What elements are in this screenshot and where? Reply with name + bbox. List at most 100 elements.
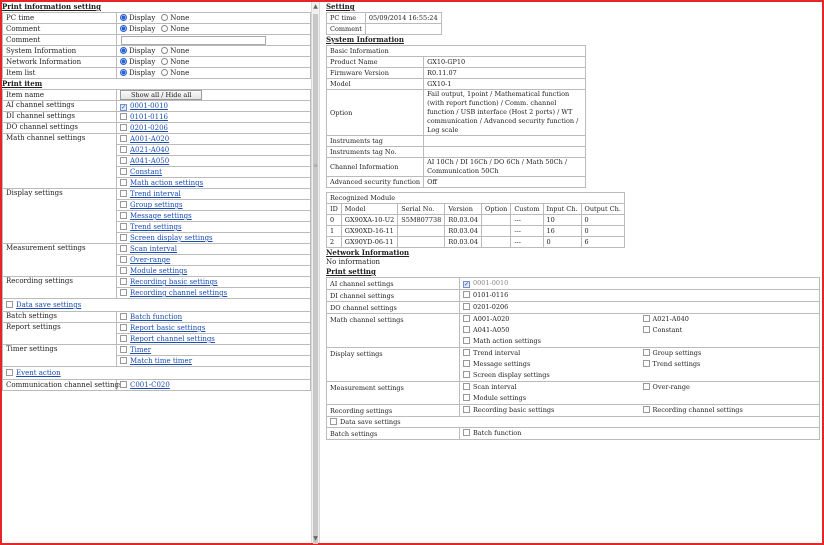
checkbox-icon: [463, 406, 470, 413]
checkbox-icon[interactable]: [120, 190, 127, 197]
display-option[interactable]: Display: [120, 47, 155, 55]
checkbox-icon[interactable]: [120, 135, 127, 142]
item-link[interactable]: 0001-0010: [130, 102, 168, 110]
radio-unselected-icon[interactable]: [161, 25, 169, 32]
radio-selected-icon[interactable]: [120, 69, 127, 76]
item-link[interactable]: Report channel settings: [130, 335, 215, 343]
checkbox-icon: [463, 360, 470, 367]
checkbox-icon[interactable]: [120, 146, 127, 153]
event-action-link[interactable]: Event action: [16, 369, 61, 377]
none-option[interactable]: None: [161, 58, 189, 66]
item-link[interactable]: Scan interval: [130, 245, 177, 253]
item-link[interactable]: Message settings: [130, 212, 192, 220]
checkbox-icon[interactable]: [120, 157, 127, 164]
radio-selected-icon[interactable]: [120, 47, 127, 54]
none-option-label: None: [170, 58, 190, 66]
print-setting-item-label: Group settings: [652, 349, 702, 357]
display-option[interactable]: Display: [120, 69, 155, 77]
checkbox-icon[interactable]: [6, 369, 13, 376]
radio-selected-icon[interactable]: [120, 25, 127, 32]
none-option[interactable]: None: [161, 14, 189, 22]
checkbox-icon[interactable]: [120, 124, 127, 131]
comm-link[interactable]: C001-C020: [130, 381, 170, 389]
module-row: 2 GX90YD-06-11 R0.03.04 --- 0 6: [326, 236, 625, 248]
item-link[interactable]: A041-A050: [130, 157, 169, 165]
checkbox-icon[interactable]: [120, 313, 127, 320]
display-option[interactable]: Display: [120, 25, 155, 33]
item-link[interactable]: 0201-0206: [130, 124, 168, 132]
batch-values: Batch function: [459, 427, 820, 440]
radio-selected-icon[interactable]: [120, 14, 127, 21]
item-link[interactable]: Report basic settings: [130, 324, 205, 332]
none-option[interactable]: None: [161, 47, 189, 55]
item-link[interactable]: Screen display settings: [130, 234, 213, 242]
item-link[interactable]: 0101-0116: [130, 113, 168, 121]
display-option[interactable]: Display: [120, 58, 155, 66]
radio-unselected-icon[interactable]: [161, 14, 169, 21]
display-option-group: Display None: [116, 23, 311, 35]
item-row: DO channel settings 0201-0206: [2, 122, 311, 134]
sysinfo-key: Option: [326, 89, 425, 136]
network-info-title: Network Information: [326, 248, 410, 257]
comment-label: Comment: [326, 23, 366, 35]
radio-unselected-icon[interactable]: [161, 47, 169, 54]
checkbox-icon[interactable]: [120, 335, 127, 342]
none-option[interactable]: None: [161, 25, 189, 33]
none-option[interactable]: None: [161, 69, 189, 77]
checkbox-icon[interactable]: [120, 223, 127, 230]
item-link[interactable]: Recording basic settings: [130, 278, 218, 286]
item-link[interactable]: Constant: [130, 168, 162, 176]
checkbox-icon[interactable]: [120, 381, 127, 388]
item-link[interactable]: Group settings: [130, 201, 183, 209]
scroll-down-arrow-icon[interactable]: ▼: [312, 534, 319, 543]
print-setting-item: Over-range: [640, 382, 820, 393]
checkbox-icon[interactable]: [120, 289, 127, 296]
item-link[interactable]: Match time timer: [130, 357, 192, 365]
checkbox-icon[interactable]: [120, 245, 127, 252]
checkbox-icon[interactable]: [120, 113, 127, 120]
checkbox-icon[interactable]: [120, 168, 127, 175]
scrollbar[interactable]: ▲ ≡ ▼: [311, 2, 320, 544]
none-option-label: None: [170, 47, 190, 55]
item-link[interactable]: Module settings: [130, 267, 187, 275]
module-cell: [481, 214, 512, 226]
item-link[interactable]: Over-range: [130, 256, 170, 264]
item-link[interactable]: Math action settings: [130, 179, 203, 187]
item-link[interactable]: Trend settings: [130, 223, 182, 231]
checkbox-icon: [642, 349, 650, 356]
display-option-group: Display None: [116, 67, 311, 79]
print-setting-row: Math channel settings A001-A020 A021-A040 A…: [326, 313, 820, 348]
data-save-settings-link[interactable]: Data save settings: [16, 301, 81, 309]
checkbox-icon[interactable]: [120, 278, 127, 285]
radio-selected-icon[interactable]: [120, 58, 127, 65]
checkbox-icon[interactable]: [120, 267, 127, 274]
radio-unselected-icon[interactable]: [161, 58, 169, 65]
checkbox-icon: [642, 315, 650, 322]
checkbox-icon[interactable]: [120, 324, 127, 331]
comment-input[interactable]: [121, 35, 266, 45]
radio-unselected-icon[interactable]: [161, 69, 169, 76]
checkbox-icon[interactable]: [120, 256, 127, 263]
checkbox-icon[interactable]: [6, 301, 13, 308]
show-hide-all-button[interactable]: Show all / Hide all: [120, 90, 203, 100]
checkbox-icon[interactable]: [120, 234, 127, 241]
item-link[interactable]: A001-A020: [130, 135, 169, 143]
show-hide-cell: Show all / Hide all: [116, 89, 311, 101]
scroll-thumb[interactable]: [313, 14, 318, 544]
item-link[interactable]: Timer: [130, 346, 151, 354]
checkbox-checked-icon[interactable]: ✓: [120, 103, 127, 111]
checkbox-icon[interactable]: [120, 201, 127, 208]
checkbox-icon[interactable]: [120, 212, 127, 219]
display-option[interactable]: Display: [120, 14, 155, 22]
item-link[interactable]: Recording channel settings: [130, 289, 227, 297]
item-link[interactable]: A021-A040: [130, 146, 169, 154]
info-row-label: PC time: [2, 12, 117, 24]
item-link[interactable]: Trend interval: [130, 190, 181, 198]
item-link[interactable]: Batch function: [130, 313, 182, 321]
scroll-up-arrow-icon[interactable]: ▲: [312, 2, 319, 11]
module-cell: ---: [510, 225, 544, 237]
checkbox-icon[interactable]: [120, 346, 127, 353]
checkbox-icon[interactable]: [120, 179, 127, 186]
checkbox-icon[interactable]: [120, 357, 127, 364]
print-setting-item-label: A001-A020: [473, 315, 510, 323]
